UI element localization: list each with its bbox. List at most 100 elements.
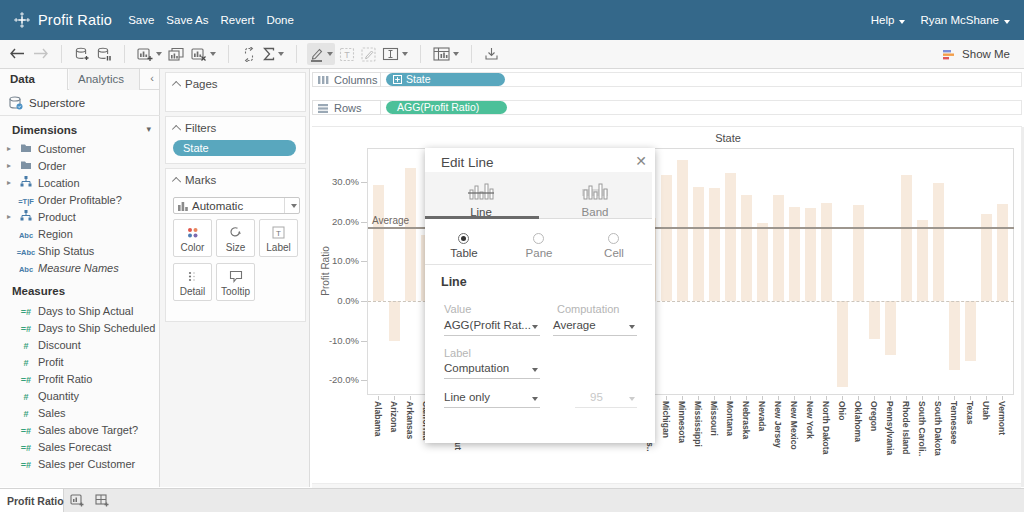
bar-new-jersey[interactable] — [773, 195, 784, 301]
measure-field-days-to-ship-actual[interactable]: =#Days to Ship Actual — [0, 302, 160, 319]
label-dropdown[interactable]: Computation — [444, 362, 540, 379]
x-tick-mark — [410, 396, 411, 400]
line-only-dropdown[interactable]: Line only — [444, 391, 540, 408]
measure-field-profit-ratio[interactable]: =#Profit Ratio — [0, 370, 160, 387]
format-line-button[interactable] — [307, 43, 335, 65]
bar-mississippi[interactable] — [693, 187, 704, 301]
new-worksheet-button[interactable] — [135, 43, 164, 65]
x-label-new-york: New York — [805, 401, 815, 439]
bar-michigan[interactable] — [661, 175, 672, 301]
dimension-field-location[interactable]: ▸Location — [0, 174, 160, 191]
expand-caret-icon[interactable]: ▸ — [4, 161, 14, 170]
measure-field-sales[interactable]: #Sales — [0, 404, 160, 421]
measure-field-discount[interactable]: #Discount — [0, 336, 160, 353]
dialog-title: Edit Line — [441, 155, 494, 170]
pages-collapse-icon[interactable]: ▲ — [172, 81, 181, 90]
value-dropdown[interactable]: AGG(Profit Rat... — [444, 319, 540, 336]
bar-south-caroli[interactable] — [917, 220, 928, 301]
pause-data-updates-button[interactable] — [94, 43, 114, 65]
new-dashboard-button[interactable] — [91, 492, 113, 510]
new-worksheet-button[interactable] — [66, 492, 88, 510]
bar-rhode-island[interactable] — [901, 175, 912, 301]
bar-north-dakota[interactable] — [821, 203, 832, 301]
filters-collapse-icon[interactable]: ▲ — [172, 125, 181, 134]
bar-nevada[interactable] — [757, 223, 768, 301]
bar-ohio[interactable] — [837, 301, 848, 387]
size-button[interactable]: Size — [216, 219, 255, 257]
bar-vermont[interactable] — [997, 204, 1008, 301]
bar-oklahoma[interactable] — [853, 205, 864, 301]
dimensions-caret-icon[interactable]: ▾ — [146, 124, 151, 134]
marks-collapse-icon[interactable]: ▲ — [172, 177, 181, 186]
bar-nebraska[interactable] — [741, 195, 752, 301]
measure-field-sales-per-customer[interactable]: =#Sales per Customer — [0, 455, 160, 472]
bar-montana[interactable] — [725, 173, 736, 301]
dimension-field-order-profitable[interactable]: =T|FOrder Profitable? — [0, 191, 160, 208]
radio-cell[interactable] — [608, 233, 619, 244]
save-as-button[interactable]: Save As — [166, 14, 208, 26]
tab-band[interactable]: Band — [555, 180, 635, 218]
rows-pill-profit-ratio[interactable]: AGG(Profit Ratio) — [386, 101, 507, 114]
expand-caret-icon[interactable]: ▸ — [4, 212, 14, 221]
measure-field-quantity[interactable]: #Quantity — [0, 387, 160, 404]
bar-new-mexico[interactable] — [789, 207, 800, 301]
revert-button[interactable]: Revert — [221, 14, 255, 26]
measure-field-sales-forecast[interactable]: =#Sales Forecast — [0, 438, 160, 455]
radio-table[interactable] — [458, 233, 469, 244]
computation-dropdown[interactable]: Average — [553, 319, 637, 336]
dimension-field-customer[interactable]: ▸Customer — [0, 140, 160, 157]
dimension-field-product[interactable]: ▸Product — [0, 208, 160, 225]
measure-field-profit[interactable]: #Profit — [0, 353, 160, 370]
dimension-field-measure-names[interactable]: AbcMeasure Names — [0, 259, 160, 276]
bar-texas[interactable] — [965, 301, 976, 361]
columns-pill-state[interactable]: State — [386, 73, 505, 86]
expand-caret-icon[interactable]: ▸ — [4, 144, 14, 153]
undo-button[interactable] — [7, 43, 28, 65]
filter-pill-state[interactable]: State — [173, 140, 296, 156]
bar-new-york[interactable] — [805, 208, 816, 301]
dimension-field-region[interactable]: AbcRegion — [0, 225, 160, 242]
color-button[interactable]: Color — [173, 219, 212, 257]
label-button[interactable]: T Label — [259, 219, 298, 257]
bar-tennessee[interactable] — [949, 301, 960, 370]
done-button[interactable]: Done — [266, 14, 294, 26]
save-button[interactable]: Save — [128, 14, 154, 26]
dimension-field-ship-status[interactable]: =AbcShip Status — [0, 242, 160, 259]
dialog-close-icon[interactable]: ✕ — [635, 153, 647, 169]
expand-caret-icon[interactable]: ▸ — [4, 178, 14, 187]
tooltip-button[interactable]: Tooltip — [216, 263, 255, 301]
swap-rows-columns-button[interactable] — [239, 43, 259, 65]
download-button[interactable] — [482, 43, 501, 65]
data-source-name: Superstore — [29, 97, 85, 109]
add-data-source-button[interactable] — [72, 43, 92, 65]
radio-pane[interactable] — [533, 233, 544, 244]
bar-missouri[interactable] — [709, 188, 720, 301]
bar-minnesota[interactable] — [677, 160, 688, 301]
redo-button[interactable] — [30, 43, 51, 65]
detail-button[interactable]: Detail — [173, 263, 212, 301]
bar-oregon[interactable] — [869, 301, 880, 339]
measure-field-sales-above-target[interactable]: =#Sales above Target? — [0, 421, 160, 438]
tab-analytics[interactable]: Analytics — [69, 69, 140, 90]
data-source-row[interactable]: Superstore — [0, 90, 160, 116]
sheet-tab-profit-ratio[interactable]: Profit Ratio — [0, 489, 64, 512]
measure-field-days-to-ship-scheduled[interactable]: =#Days to Ship Scheduled — [0, 319, 160, 336]
collapse-pane-icon[interactable]: ‹ — [150, 72, 154, 84]
mark-type-select[interactable]: Automatic — [173, 197, 300, 214]
clear-sheet-button[interactable] — [189, 43, 218, 65]
user-menu[interactable]: Ryan McShane — [920, 14, 1010, 26]
show-me-button[interactable]: Show Me — [942, 48, 1010, 61]
show-cards-button[interactable] — [431, 43, 461, 65]
duplicate-sheet-button[interactable] — [166, 43, 187, 65]
bar-arkansas[interactable] — [405, 168, 416, 301]
help-menu[interactable]: Help — [871, 14, 906, 26]
bar-alabama[interactable] — [373, 185, 384, 301]
tab-data[interactable]: Data — [0, 69, 68, 90]
dimension-field-order[interactable]: ▸Order — [0, 157, 160, 174]
aggregation-sigma-button[interactable] — [261, 43, 286, 65]
bar-arizona[interactable] — [389, 301, 400, 341]
tab-line[interactable]: Line — [441, 180, 521, 218]
bar-south-dakota[interactable] — [933, 183, 944, 301]
bar-pennsylvania[interactable] — [885, 301, 896, 355]
fit-width-button[interactable] — [380, 43, 410, 65]
